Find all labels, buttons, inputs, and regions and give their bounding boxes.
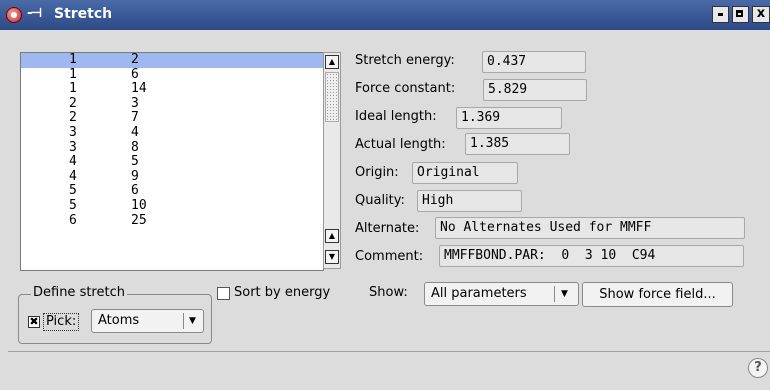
list-item[interactable]: 38	[21, 139, 323, 156]
show-select[interactable]: All parameters ▼	[424, 282, 579, 306]
sort-by-energy-label[interactable]: Sort by energy	[234, 285, 330, 300]
atom-b: 4	[131, 124, 139, 140]
list-item[interactable]: 12	[21, 53, 323, 68]
atom-a: 1	[69, 81, 77, 97]
atom-a: 3	[69, 124, 77, 140]
atom-b: 25	[131, 212, 147, 228]
atom-b: 8	[131, 139, 139, 155]
comment-label: Comment:	[355, 249, 424, 264]
list-item[interactable]: 23	[21, 95, 323, 112]
show-label: Show:	[369, 285, 408, 300]
quality-label: Quality:	[355, 193, 405, 208]
atom-a: 5	[69, 197, 77, 213]
stretch-energy-label: Stretch energy:	[355, 53, 455, 68]
sort-by-energy-checkbox[interactable]	[217, 287, 230, 300]
origin-field[interactable]: Original	[412, 162, 518, 184]
atom-b: 6	[131, 183, 139, 199]
atom-a: 1	[69, 52, 77, 67]
atom-a: 6	[69, 212, 77, 228]
atom-a: 1	[69, 66, 77, 82]
app-logo-icon[interactable]	[6, 7, 22, 23]
atom-b: 2	[131, 52, 139, 67]
pick-mode-value: Atoms	[98, 313, 140, 328]
atom-b: 14	[131, 81, 147, 97]
scroll-up-icon[interactable]: ▲	[325, 55, 339, 69]
scrollbar-thumb[interactable]	[325, 72, 339, 122]
atom-b: 3	[131, 95, 139, 111]
pick-checkbox[interactable]: ✖	[28, 316, 40, 328]
list-item[interactable]: 6 25	[21, 212, 323, 229]
minimize-button[interactable]	[712, 6, 729, 23]
actual-length-label: Actual length:	[355, 137, 446, 152]
define-stretch-legend: Define stretch	[31, 285, 127, 300]
list-item[interactable]: 49	[21, 168, 323, 185]
comment-field[interactable]: MMFFBOND.PAR: 0 3 10 C94	[439, 245, 744, 267]
pick-label[interactable]: Pick:	[43, 313, 80, 331]
origin-label: Origin:	[355, 165, 399, 180]
atom-a: 4	[69, 168, 77, 184]
chevron-down-icon: ▼	[189, 316, 196, 326]
title-bar: -⊣ Stretch x	[0, 0, 770, 30]
atom-a: 5	[69, 183, 77, 199]
bond-list[interactable]: 1 2 1 6 1 14 2 3 2 7 3 4 3 8 4 5 4 9 5 6 5 10 6 25	[20, 52, 324, 271]
ideal-length-field[interactable]: 1.369	[456, 107, 562, 129]
actual-length-field[interactable]: 1.385	[465, 133, 570, 155]
alternate-field[interactable]: No Alternates Used for MMFF	[435, 217, 745, 239]
atom-a: 2	[69, 95, 77, 111]
scroll-down-icon[interactable]: ▼	[325, 250, 339, 264]
atom-b: 7	[131, 110, 139, 126]
force-constant-field[interactable]: 5.829	[483, 79, 587, 101]
list-item[interactable]: 1 14	[21, 82, 323, 97]
window-title: Stretch	[54, 6, 113, 22]
list-item[interactable]: 56	[21, 184, 323, 199]
atom-b: 10	[131, 197, 147, 213]
atom-b: 5	[131, 154, 139, 170]
maximize-button[interactable]	[732, 6, 749, 23]
scroll-up-icon[interactable]: ▲	[325, 229, 339, 243]
bond-list-scrollbar[interactable]: ▲ ▲ ▼	[323, 52, 341, 269]
divider	[8, 351, 770, 352]
show-select-value: All parameters	[431, 286, 527, 301]
atom-b: 6	[131, 66, 139, 82]
list-item[interactable]: 5 10	[21, 197, 323, 214]
help-icon[interactable]: ?	[748, 358, 768, 378]
list-item[interactable]: 16	[21, 66, 323, 83]
chevron-down-icon: ▼	[561, 289, 568, 299]
ideal-length-label: Ideal length:	[355, 109, 437, 124]
show-force-field-button[interactable]: Show force field...	[582, 282, 733, 307]
atom-b: 9	[131, 168, 139, 184]
atom-a: 4	[69, 154, 77, 170]
list-item[interactable]: 27	[21, 111, 323, 126]
atom-a: 3	[69, 139, 77, 155]
quality-field[interactable]: High	[417, 190, 522, 212]
stretch-energy-field[interactable]: 0.437	[482, 51, 586, 73]
force-constant-label: Force constant:	[355, 81, 456, 96]
pin-icon[interactable]: -⊣	[27, 6, 42, 21]
close-button[interactable]: x	[752, 6, 770, 23]
list-item[interactable]: 34	[21, 124, 323, 141]
atom-a: 2	[69, 110, 77, 126]
pick-mode-select[interactable]: Atoms ▼	[91, 309, 204, 333]
alternate-label: Alternate:	[355, 221, 420, 236]
list-item[interactable]: 45	[21, 155, 323, 170]
